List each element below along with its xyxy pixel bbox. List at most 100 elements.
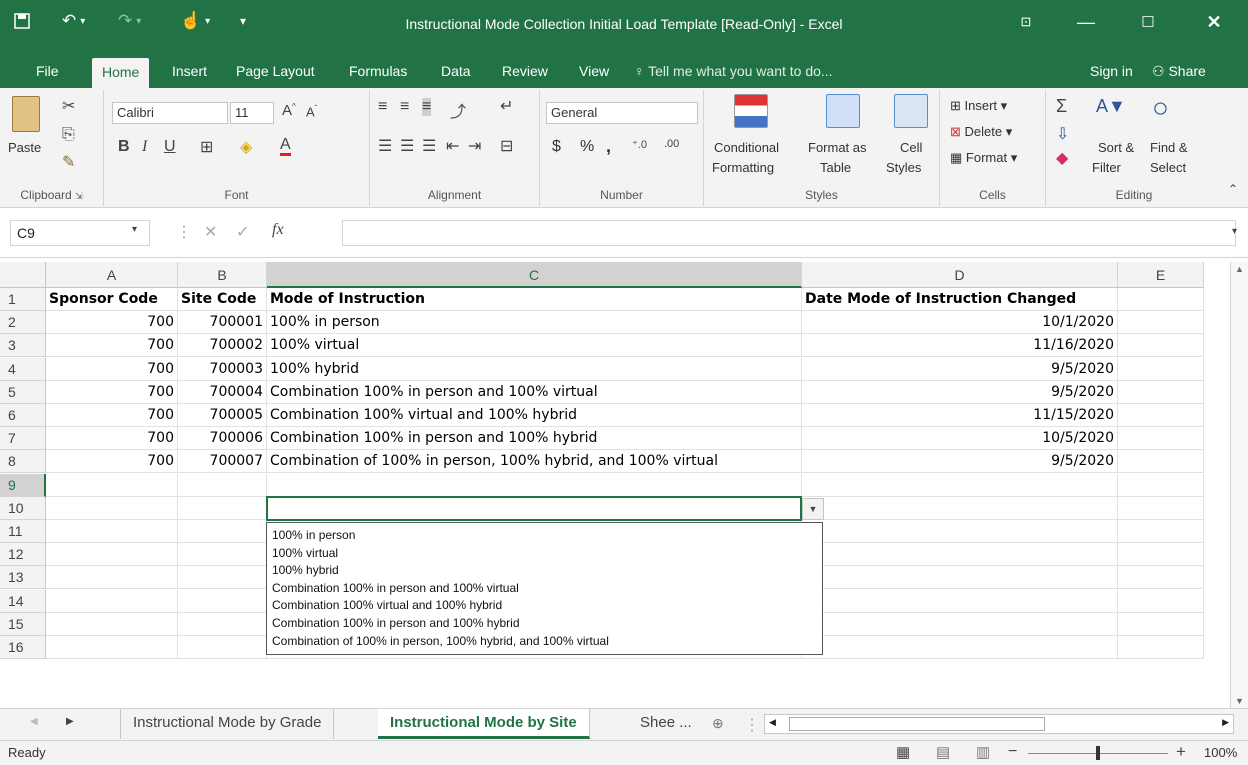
cancel-icon[interactable]: ✕ <box>204 222 217 242</box>
zoom-level[interactable]: 100% <box>1204 745 1237 760</box>
row-header-7[interactable]: 7 <box>0 427 46 451</box>
zoom-out-icon[interactable]: − <box>1008 743 1017 761</box>
font-size-select[interactable]: 11 <box>230 102 274 124</box>
font-color-icon[interactable]: A <box>280 137 291 156</box>
scroll-down-icon[interactable]: ▼ <box>1231 696 1248 706</box>
cell-e13[interactable] <box>1118 566 1204 590</box>
orientation-icon[interactable]: ⤴ <box>450 98 466 122</box>
cell-e3[interactable] <box>1118 334 1204 358</box>
cell-c1[interactable]: Mode of Instruction <box>267 288 802 311</box>
conditional-formatting-label-2[interactable]: Formatting <box>712 160 774 175</box>
tab-file[interactable]: File <box>32 60 63 86</box>
cell-a8[interactable]: 700 <box>46 450 178 474</box>
decrease-indent-icon[interactable]: ⇤ <box>446 136 459 156</box>
conditional-formatting-label-1[interactable]: Conditional <box>714 140 779 155</box>
minimize-button[interactable]: — <box>1066 8 1106 36</box>
cell-b4[interactable]: 700003 <box>178 357 267 381</box>
cell-a9[interactable] <box>46 473 178 497</box>
align-right-icon[interactable]: ☰ <box>422 136 436 156</box>
middle-align-icon[interactable]: ≡ <box>400 98 409 116</box>
dropdown-option[interactable]: Combination of 100% in person, 100% hybr… <box>267 633 822 651</box>
borders-icon[interactable]: ⊞ <box>200 137 213 157</box>
cell-a16[interactable] <box>46 636 178 659</box>
row-header-5[interactable]: 5 <box>0 380 46 404</box>
cell-c2[interactable]: 100% in person <box>267 311 802 335</box>
column-header-e[interactable]: E <box>1118 262 1204 288</box>
sort-filter-label-2[interactable]: Filter <box>1092 160 1121 175</box>
column-header-c[interactable]: C <box>267 262 802 288</box>
cell-e2[interactable] <box>1118 311 1204 335</box>
increase-indent-icon[interactable]: ⇥ <box>468 136 481 156</box>
dropdown-option[interactable]: 100% in person <box>267 527 822 545</box>
cell-e12[interactable] <box>1118 543 1204 567</box>
cell-b7[interactable]: 700006 <box>178 427 267 451</box>
row-header-13[interactable]: 13 <box>0 566 46 590</box>
sheet-tab-more[interactable]: Shee ... <box>628 709 704 739</box>
scroll-tabs-left-icon[interactable]: ◀ <box>30 716 38 727</box>
row-header-10[interactable]: 10 <box>0 496 46 520</box>
cell-d2[interactable]: 10/1/2020 <box>802 311 1118 335</box>
scroll-up-icon[interactable]: ▲ <box>1231 264 1248 274</box>
scroll-right-icon[interactable]: ▶ <box>1222 717 1229 728</box>
dropdown-option[interactable]: Combination 100% in person and 100% virt… <box>267 580 822 598</box>
merge-center-icon[interactable]: ⊟ <box>500 136 513 156</box>
fill-color-icon[interactable]: ◈ <box>240 137 252 157</box>
tell-me-search[interactable]: ♀ Tell me what you want to do... <box>634 60 833 82</box>
cell-b12[interactable] <box>178 543 267 567</box>
cell-styles-label-2[interactable]: Styles <box>886 160 921 175</box>
sort-filter-label-1[interactable]: Sort & <box>1098 140 1134 155</box>
cell-b15[interactable] <box>178 612 267 636</box>
format-as-table-label-1[interactable]: Format as <box>808 140 867 155</box>
format-as-table-icon[interactable] <box>826 94 860 128</box>
cell-e11[interactable] <box>1118 520 1204 543</box>
tab-page-layout[interactable]: Page Layout <box>232 60 319 86</box>
cell-styles-label-1[interactable]: Cell <box>900 140 922 155</box>
align-center-icon[interactable]: ☰ <box>400 136 414 156</box>
maximize-button[interactable]: ☐ <box>1128 8 1168 36</box>
cell-e15[interactable] <box>1118 612 1204 636</box>
cell-a13[interactable] <box>46 566 178 590</box>
dialog-launcher-icon[interactable]: ⇲ <box>75 191 83 201</box>
cell-b16[interactable] <box>178 636 267 659</box>
cell-b8[interactable]: 700007 <box>178 450 267 474</box>
underline-icon[interactable]: U <box>164 138 176 156</box>
cell-c7[interactable]: Combination 100% in person and 100% hybr… <box>267 427 802 451</box>
row-header-9[interactable]: 9 <box>0 473 46 497</box>
cell-a10[interactable] <box>46 496 178 520</box>
row-header-14[interactable]: 14 <box>0 589 46 613</box>
cell-d5[interactable]: 9/5/2020 <box>802 380 1118 404</box>
data-validation-dropdown-button[interactable]: ▼ <box>802 498 824 520</box>
cell-c9[interactable] <box>267 473 802 497</box>
cell-a14[interactable] <box>46 589 178 613</box>
cell-e4[interactable] <box>1118 357 1204 381</box>
top-align-icon[interactable]: ≡ <box>378 98 387 116</box>
cell-a12[interactable] <box>46 543 178 567</box>
cell-a4[interactable]: 700 <box>46 357 178 381</box>
cell-b2[interactable]: 700001 <box>178 311 267 335</box>
row-header-3[interactable]: 3 <box>0 334 46 358</box>
cell-d1[interactable]: Date Mode of Instruction Changed <box>802 288 1118 311</box>
cell-b14[interactable] <box>178 589 267 613</box>
cell-b6[interactable]: 700005 <box>178 404 267 427</box>
name-box[interactable]: C9 <box>10 220 150 246</box>
tab-insert[interactable]: Insert <box>168 60 211 86</box>
scroll-tabs-right-icon[interactable]: ▶ <box>66 716 74 727</box>
font-name-select[interactable]: Calibri <box>112 102 228 124</box>
cell-a3[interactable]: 700 <box>46 334 178 358</box>
cell-d13[interactable] <box>802 566 1118 590</box>
dropdown-option[interactable]: Combination 100% virtual and 100% hybrid <box>267 597 822 615</box>
cell-e1[interactable] <box>1118 288 1204 311</box>
cell-c3[interactable]: 100% virtual <box>267 334 802 358</box>
cut-icon[interactable]: ✂ <box>62 96 75 116</box>
cell-d3[interactable]: 11/16/2020 <box>802 334 1118 358</box>
cell-a6[interactable]: 700 <box>46 404 178 427</box>
collapse-ribbon-icon[interactable]: ⌃ <box>1228 182 1238 196</box>
zoom-slider-thumb[interactable] <box>1096 746 1100 760</box>
tab-review[interactable]: Review <box>498 60 552 86</box>
page-break-view-icon[interactable]: ▥ <box>976 743 990 761</box>
cell-a5[interactable]: 700 <box>46 380 178 404</box>
copy-icon[interactable]: ⎘ <box>62 126 75 144</box>
comma-button[interactable]: , <box>606 136 611 157</box>
vertical-scrollbar[interactable]: ▲ ▼ <box>1230 262 1248 708</box>
delete-cells-button[interactable]: ⊠ Delete ▾ <box>950 124 1012 140</box>
